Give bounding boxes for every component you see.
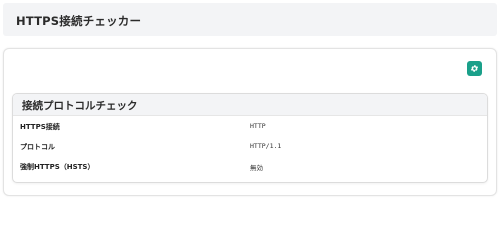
row-hsts: 強制HTTPS（HSTS） 無効 (13, 159, 487, 177)
settings-button[interactable] (467, 61, 482, 76)
row-protocol: プロトコル HTTP/1.1 (13, 139, 487, 157)
row-label: プロトコル (20, 143, 55, 151)
row-label: HTTPS接続 (20, 123, 60, 131)
protocol-check-header: 接続プロトコルチェック (13, 94, 487, 116)
section-title: 接続プロトコルチェック (22, 100, 138, 112)
app-title: HTTPS接続チェッカー (16, 14, 142, 28)
gear-icon (470, 65, 479, 72)
row-label: 強制HTTPS（HSTS） (20, 163, 95, 171)
protocol-check-card: 接続プロトコルチェック HTTPS接続 HTTP プロトコル HTTP/1.1 … (12, 93, 488, 183)
row-value: 無効 (250, 164, 263, 172)
row-https-connection: HTTPS接続 HTTP (13, 119, 487, 137)
row-value: HTTP (250, 122, 266, 130)
app-header: HTTPS接続チェッカー (3, 3, 497, 36)
row-value: HTTP/1.1 (250, 142, 282, 150)
